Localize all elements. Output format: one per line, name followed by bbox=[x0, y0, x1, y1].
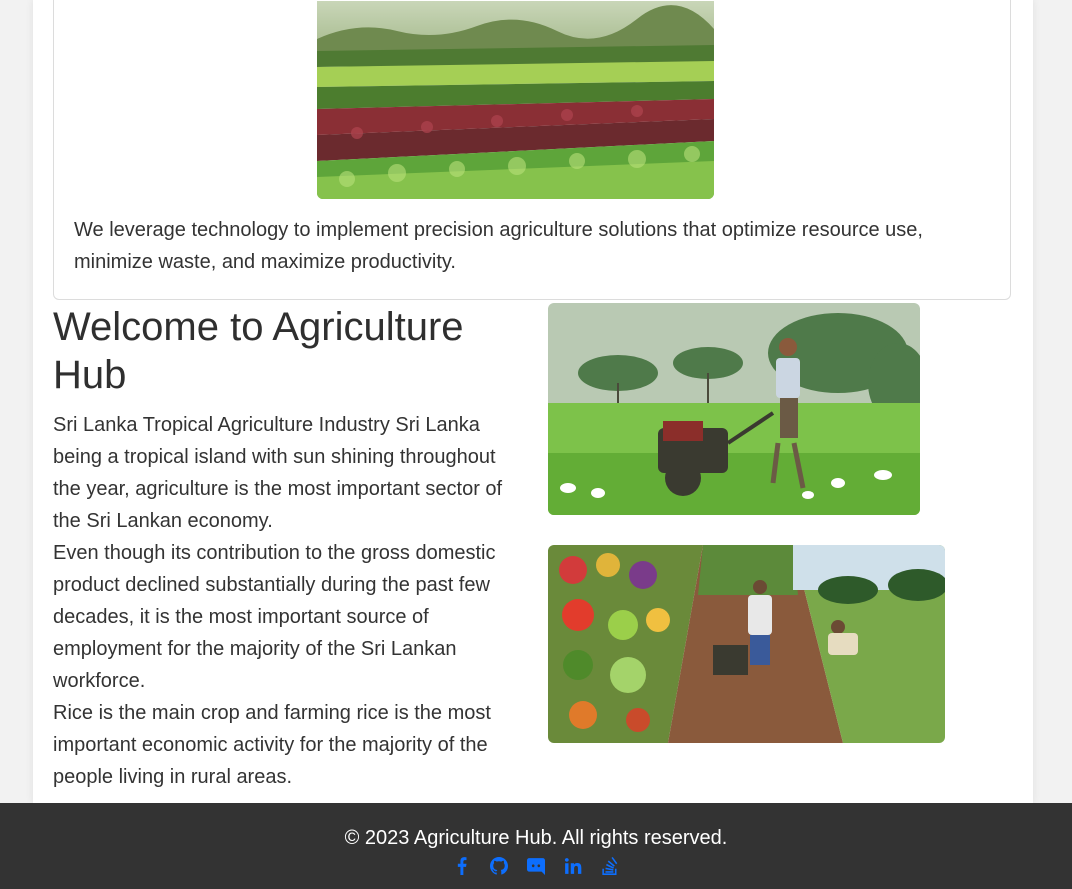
facebook-icon bbox=[457, 857, 467, 875]
facebook-link[interactable] bbox=[452, 856, 472, 876]
linkedin-link[interactable] bbox=[563, 856, 583, 876]
card-image bbox=[317, 1, 714, 199]
intro-paragraph-1: Sri Lanka Tropical Agriculture Industry … bbox=[53, 414, 503, 532]
card-description: We leverage technology to implement prec… bbox=[74, 219, 923, 273]
agriculture-collage-image bbox=[548, 545, 945, 743]
linkedin-icon bbox=[564, 858, 582, 874]
github-link[interactable] bbox=[489, 856, 509, 876]
discord-icon bbox=[527, 858, 545, 875]
github-icon bbox=[490, 857, 508, 875]
main-container: We leverage technology to implement prec… bbox=[33, 0, 1033, 803]
stack-overflow-icon bbox=[602, 857, 618, 875]
feature-card: We leverage technology to implement prec… bbox=[53, 0, 1011, 300]
intro-paragraph-3: Rice is the main crop and farming rice i… bbox=[53, 702, 491, 788]
copyright-text: © 2023 Agriculture Hub. All rights reser… bbox=[344, 827, 728, 849]
stack-overflow-link[interactable] bbox=[600, 856, 620, 876]
intro-paragraph-2: Even though its contribution to the gros… bbox=[53, 542, 496, 692]
social-links bbox=[0, 856, 1072, 876]
farmer-tractor-image bbox=[548, 303, 920, 515]
page-title: Welcome to Agriculture Hub bbox=[53, 305, 464, 397]
discord-link[interactable] bbox=[526, 856, 546, 876]
